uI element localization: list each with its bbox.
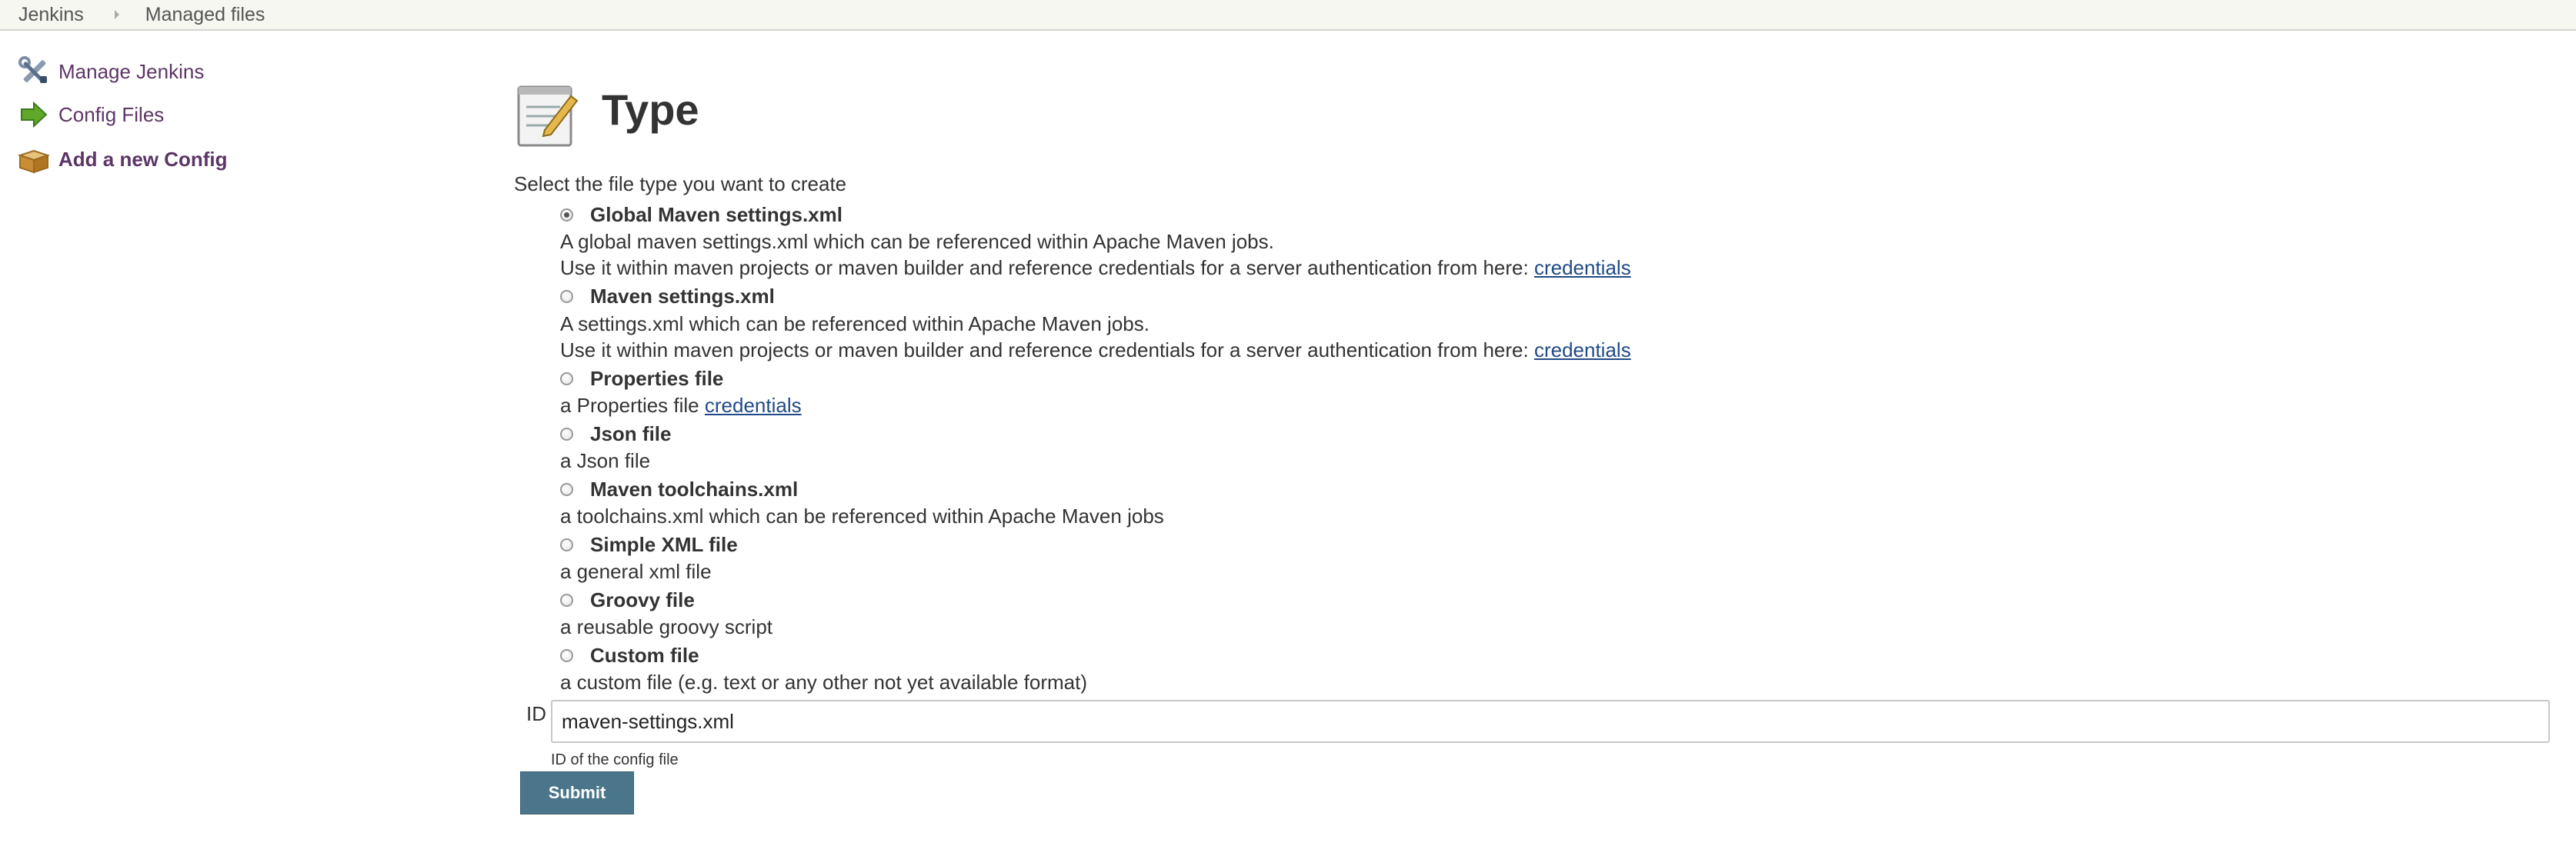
option-label: Maven toolchains.xml — [590, 478, 799, 501]
type-prompt: Select the file type you want to create — [514, 172, 847, 195]
radio-button-groovy-file[interactable] — [560, 594, 573, 607]
type-option-global-maven-settings[interactable]: Global Maven settings.xml — [560, 203, 843, 227]
green-arrow-icon — [17, 98, 51, 132]
id-field-label: ID — [526, 702, 546, 725]
notepad-icon — [514, 79, 582, 150]
page-title: Type — [602, 85, 699, 134]
radio-button-custom-file[interactable] — [560, 649, 573, 662]
credentials-link[interactable]: credentials — [1534, 338, 1631, 361]
option-description-credentials: Use it within maven projects or maven bu… — [560, 338, 1631, 362]
radio-button-global-maven-settings[interactable] — [560, 208, 573, 221]
sidebar-item-label: Add a new Config — [58, 147, 228, 171]
box-icon — [17, 142, 51, 176]
option-description: a toolchains.xml which can be referenced… — [560, 505, 1164, 528]
option-description-credentials: Use it within maven projects or maven bu… — [560, 256, 1631, 280]
type-option-maven-settings[interactable]: Maven settings.xml — [560, 285, 775, 308]
option-label: Properties file — [590, 367, 724, 390]
breadcrumb: Jenkins Managed files — [0, 0, 2576, 31]
option-description: a general xml file — [560, 560, 712, 583]
option-label: Maven settings.xml — [590, 285, 775, 308]
option-label: Groovy file — [590, 588, 695, 611]
breadcrumb-managed-files[interactable]: Managed files — [145, 4, 265, 26]
id-input[interactable] — [551, 700, 2550, 743]
wrench-screwdriver-icon — [17, 55, 51, 88]
radio-button-maven-toolchains[interactable] — [560, 483, 573, 496]
type-option-properties-file[interactable]: Properties file — [560, 367, 723, 391]
radio-button-json-file[interactable] — [560, 428, 573, 441]
option-description: a Json file — [560, 449, 651, 472]
option-description: a reusable groovy script — [560, 615, 773, 638]
type-option-json-file[interactable]: Json file — [560, 422, 671, 446]
breadcrumb-separator-icon — [114, 10, 119, 19]
sidebar-item-config-files[interactable]: Config Files — [17, 98, 164, 132]
radio-selected-dot — [564, 212, 569, 218]
credentials-link[interactable]: credentials — [1534, 256, 1631, 279]
sidebar-item-add-new-config[interactable]: Add a new Config — [17, 142, 228, 176]
option-label: Global Maven settings.xml — [590, 203, 843, 226]
submit-button[interactable]: Submit — [520, 771, 634, 814]
sidebar-item-label: Config Files — [58, 102, 165, 126]
option-description: a custom file (e.g. text or any other no… — [560, 671, 1087, 694]
id-field-help: ID of the config file — [551, 751, 679, 768]
credentials-link[interactable]: credentials — [705, 394, 802, 417]
option-description-text: Use it within maven projects or maven bu… — [560, 256, 1534, 279]
option-label: Simple XML file — [590, 533, 738, 556]
sidebar-item-manage-jenkins[interactable]: Manage Jenkins — [17, 55, 204, 88]
type-option-simple-xml-file[interactable]: Simple XML file — [560, 533, 738, 557]
option-description: A global maven settings.xml which can be… — [560, 230, 1274, 253]
option-description-credentials: a Properties file credentials — [560, 394, 802, 418]
option-description-text: a Properties file — [560, 394, 705, 417]
radio-button-maven-settings[interactable] — [560, 290, 573, 303]
radio-button-properties-file[interactable] — [560, 372, 573, 385]
type-option-custom-file[interactable]: Custom file — [560, 644, 699, 668]
type-option-maven-toolchains[interactable]: Maven toolchains.xml — [560, 478, 798, 501]
sidebar-item-label: Manage Jenkins — [58, 59, 205, 83]
option-description-text: Use it within maven projects or maven bu… — [560, 338, 1534, 361]
type-option-groovy-file[interactable]: Groovy file — [560, 588, 695, 612]
option-label: Json file — [590, 422, 672, 445]
radio-button-simple-xml-file[interactable] — [560, 538, 573, 551]
breadcrumb-jenkins[interactable]: Jenkins — [0, 4, 84, 26]
option-description: A settings.xml which can be referenced w… — [560, 312, 1150, 335]
option-label: Custom file — [590, 644, 699, 667]
